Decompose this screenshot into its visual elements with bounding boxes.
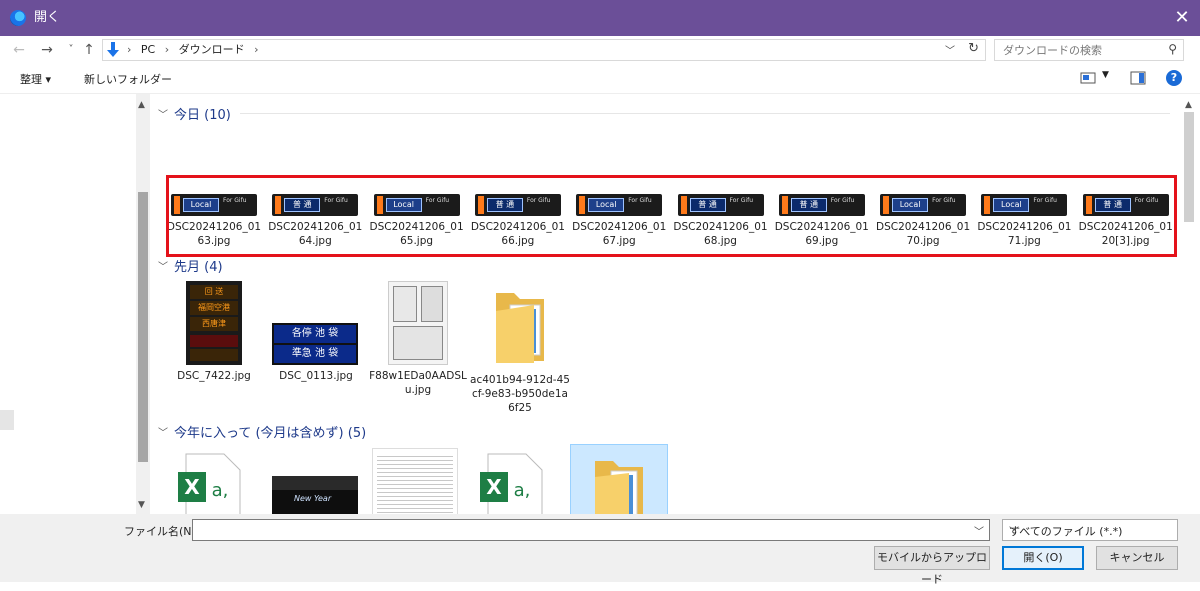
chevron-down-icon[interactable]: ﹀ (158, 106, 168, 121)
forward-arrow-icon[interactable]: → (38, 40, 56, 60)
window-title: 開く (34, 10, 61, 25)
sign-text: 福岡空港 (190, 301, 238, 315)
image-thumbnail: 各停 池 袋 準急 池 袋 (266, 281, 366, 365)
title-bar: 開く ✕ (0, 0, 1200, 36)
cancel-button[interactable]: キャンセル (1096, 546, 1178, 570)
upload-from-mobile-button[interactable]: モバイルからアップロード (874, 546, 990, 586)
group-header-today[interactable]: ﹀ 今日 (10) (158, 104, 231, 123)
folder-icon (595, 461, 643, 514)
sign-panel: 各停 池 袋 準急 池 袋 (272, 323, 358, 365)
breadcrumb: › PC › ダウンロード › (127, 42, 265, 58)
selected-folder-item[interactable] (570, 444, 668, 514)
navigation-pane[interactable] (0, 94, 136, 514)
breadcrumb-separator-icon: › (127, 43, 132, 56)
group-header-last-month[interactable]: ﹀ 先月 (4) (158, 256, 223, 275)
dialog-footer: ファイル名(N): ﹀ すべてのファイル (*.*) ﹀ モバイルからアップロー… (0, 514, 1200, 586)
manga-panel (393, 326, 443, 360)
scroll-up-icon[interactable]: ▲ (138, 100, 145, 110)
file-list[interactable]: ﹀ 今日 (10) Local For Gifu DSC20241206_0163.… (150, 94, 1180, 514)
file-item[interactable]: F88w1EDa0AADSLu.jpg (368, 281, 468, 397)
up-arrow-icon[interactable]: ↑ (80, 40, 98, 60)
command-toolbar: 整理 ▾ 新しいフォルダー ▼ ? (0, 64, 1200, 94)
search-box[interactable]: ⚲ (994, 39, 1184, 61)
scroll-thumb[interactable] (138, 192, 148, 462)
filename-input[interactable]: ﹀ (192, 519, 990, 541)
sign-text: 回 送 (190, 285, 238, 299)
chevron-down-icon[interactable]: ﹀ (158, 424, 168, 439)
breadcrumb-separator-icon[interactable]: › (254, 43, 258, 56)
filename-dropdown-chevron-icon[interactable]: ﹀ (974, 523, 984, 538)
scroll-thumb[interactable] (1184, 112, 1194, 222)
refresh-icon[interactable]: ↻ (968, 41, 979, 56)
sign-panel (190, 335, 238, 347)
filename-label: ファイル名(N): (124, 525, 200, 538)
document-thumbnail[interactable] (372, 448, 458, 514)
file-type-select[interactable]: すべてのファイル (*.*) ﹀ (1002, 519, 1178, 541)
search-icon[interactable]: ⚲ (1168, 42, 1177, 56)
sign-panel (190, 349, 238, 361)
image-thumbnail: 回 送 福岡空港 西唐津 (186, 281, 242, 365)
scroll-up-icon[interactable]: ▲ (1185, 100, 1192, 110)
manga-panel (393, 286, 417, 322)
group-divider (240, 113, 1170, 114)
new-year-text: New Year (294, 494, 332, 503)
file-name: ac401b94-912d-45cf-9e83-b950de1a6f25 (470, 374, 570, 414)
file-name: F88w1EDa0AADSLu.jpg (369, 370, 467, 396)
breadcrumb-separator-icon[interactable]: › (165, 43, 169, 56)
recent-locations-chevron-icon[interactable]: ˅ (62, 40, 80, 60)
preview-pane-icon[interactable] (1130, 70, 1146, 86)
organize-button[interactable]: 整理 ▾ (20, 71, 51, 87)
close-icon[interactable]: ✕ (1164, 0, 1200, 36)
file-item[interactable]: 回 送 福岡空港 西唐津 DSC_7422.jpg (164, 281, 264, 383)
navigation-pane-scrollbar[interactable]: ▲ ▼ (136, 94, 150, 514)
navigation-row: ← → ˅ ↑ › PC › ダウンロード › ﹀ ↻ ⚲ (0, 36, 1200, 64)
group-label: 今日 (10) (174, 108, 231, 123)
sign-text: 西唐津 (190, 317, 238, 331)
help-icon[interactable]: ? (1166, 70, 1182, 86)
document-lines (377, 453, 453, 513)
download-folder-icon (107, 42, 119, 57)
manga-panel (421, 286, 443, 322)
search-input[interactable] (1001, 42, 1161, 58)
excel-file-icon[interactable]: X a, (476, 450, 546, 514)
image-thumbnail[interactable]: New Year (272, 476, 358, 514)
file-name: DSC_0113.jpg (279, 370, 353, 382)
image-thumbnail-band (272, 476, 358, 490)
file-item[interactable]: 各停 池 袋 準急 池 袋 DSC_0113.jpg (266, 281, 366, 383)
view-dropdown-chevron-icon[interactable]: ▼ (1102, 70, 1109, 80)
scroll-down-icon[interactable]: ▼ (138, 500, 145, 510)
new-folder-button[interactable]: 新しいフォルダー (84, 71, 172, 87)
image-thumbnail (388, 281, 448, 365)
svg-text:X: X (486, 475, 502, 499)
group-header-this-year[interactable]: ﹀ 今年に入って (今月は含めず) (5) (158, 422, 366, 441)
group-label: 今年に入って (今月は含めず) (5) (174, 426, 367, 441)
file-item[interactable]: ac401b94-912d-45cf-9e83-b950de1a6f25 (470, 281, 570, 415)
breadcrumb-downloads[interactable]: ダウンロード (179, 43, 245, 56)
chevron-down-icon[interactable]: ﹀ (158, 258, 168, 273)
sign-text: 準急 池 袋 (274, 345, 356, 363)
file-name: DSC_7422.jpg (177, 370, 251, 382)
navigation-pane-splitter[interactable] (0, 410, 14, 430)
sign-text: 各停 池 袋 (274, 325, 356, 343)
edge-app-icon (10, 10, 26, 26)
address-bar[interactable]: › PC › ダウンロード › ﹀ ↻ (102, 39, 986, 61)
file-type-chevron-icon[interactable]: ﹀ (1009, 523, 1172, 538)
red-highlight-box (166, 175, 1177, 257)
open-button[interactable]: 開く(O) (1002, 546, 1084, 570)
svg-text:X: X (184, 475, 200, 499)
svg-text:a,: a, (514, 480, 531, 501)
view-options-icon[interactable] (1080, 70, 1096, 86)
file-list-scrollbar[interactable]: ▲ (1180, 94, 1200, 514)
group-label: 先月 (4) (174, 260, 223, 275)
breadcrumb-pc[interactable]: PC (141, 43, 155, 56)
folder-icon (496, 293, 544, 363)
excel-file-icon[interactable]: X a, (174, 450, 244, 514)
address-dropdown-chevron-icon[interactable]: ﹀ (945, 42, 955, 57)
svg-text:a,: a, (212, 480, 229, 501)
back-arrow-icon[interactable]: ← (10, 40, 28, 60)
